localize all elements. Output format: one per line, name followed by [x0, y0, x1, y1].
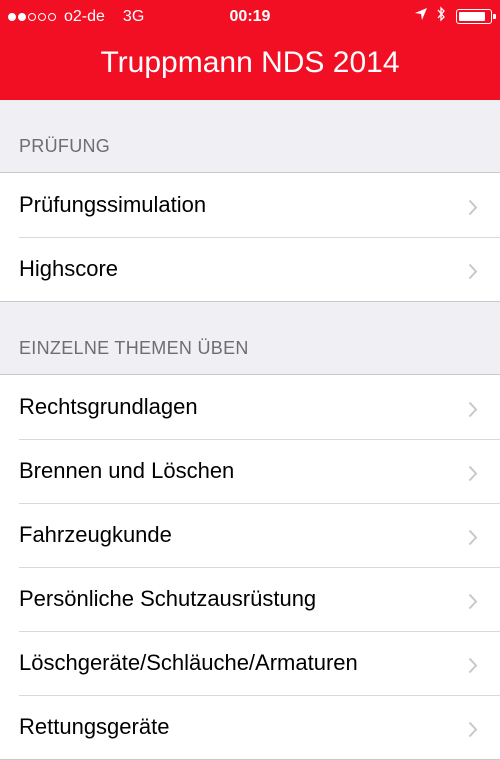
table-group: Rechtsgrundlagen Brennen und Löschen Fah…	[0, 374, 500, 760]
list-item-brennen-und-loeschen[interactable]: Brennen und Löschen	[0, 439, 500, 503]
bluetooth-icon	[436, 6, 446, 27]
list-item-schutzausruestung[interactable]: Persönliche Schutzausrüstung	[0, 567, 500, 631]
status-right	[414, 6, 496, 27]
chevron-right-icon	[468, 462, 478, 488]
list-item-fahrzeugkunde[interactable]: Fahrzeugkunde	[0, 503, 500, 567]
chevron-right-icon	[468, 654, 478, 680]
battery-fill	[459, 12, 485, 21]
top-bar: o2-de 3G 00:19 Truppmann NDS 2014	[0, 0, 500, 100]
section-pruefung: PRÜFUNG Prüfungssimulation Highscore	[0, 100, 500, 302]
table-group: Prüfungssimulation Highscore	[0, 172, 500, 302]
list-item-label: Prüfungssimulation	[19, 192, 207, 217]
list-item-label: Löschgeräte/Schläuche/Armaturen	[19, 650, 358, 675]
chevron-right-icon	[468, 590, 478, 616]
chevron-right-icon	[468, 398, 478, 424]
chevron-right-icon	[468, 526, 478, 552]
chevron-right-icon	[468, 196, 478, 222]
list-item-pruefungssimulation[interactable]: Prüfungssimulation	[0, 173, 500, 237]
list-item-highscore[interactable]: Highscore	[0, 237, 500, 301]
list-item-label: Rechtsgrundlagen	[19, 394, 198, 419]
list-item-label: Rettungsgeräte	[19, 714, 170, 739]
list-item-label: Highscore	[19, 256, 119, 281]
page-title: Truppmann NDS 2014	[100, 46, 400, 79]
list-item-loeschgeraete[interactable]: Löschgeräte/Schläuche/Armaturen	[0, 631, 500, 695]
location-arrow-icon	[414, 7, 428, 26]
list-item-rettungsgeraete[interactable]: Rettungsgeräte	[0, 695, 500, 759]
list-item-label: Brennen und Löschen	[19, 458, 235, 483]
section-header: PRÜFUNG	[19, 136, 111, 156]
section-einzelne-themen: EINZELNE THEMEN ÜBEN Rechtsgrundlagen Br…	[0, 302, 500, 760]
list-item-label: Persönliche Schutzausrüstung	[19, 586, 317, 611]
list-item-rechtsgrundlagen[interactable]: Rechtsgrundlagen	[0, 375, 500, 439]
list-item-label: Fahrzeugkunde	[19, 522, 172, 547]
battery-icon	[456, 9, 496, 24]
chevron-right-icon	[468, 260, 478, 286]
status-bar: o2-de 3G 00:19	[0, 0, 500, 34]
section-header: EINZELNE THEMEN ÜBEN	[19, 338, 249, 358]
chevron-right-icon	[468, 718, 478, 744]
